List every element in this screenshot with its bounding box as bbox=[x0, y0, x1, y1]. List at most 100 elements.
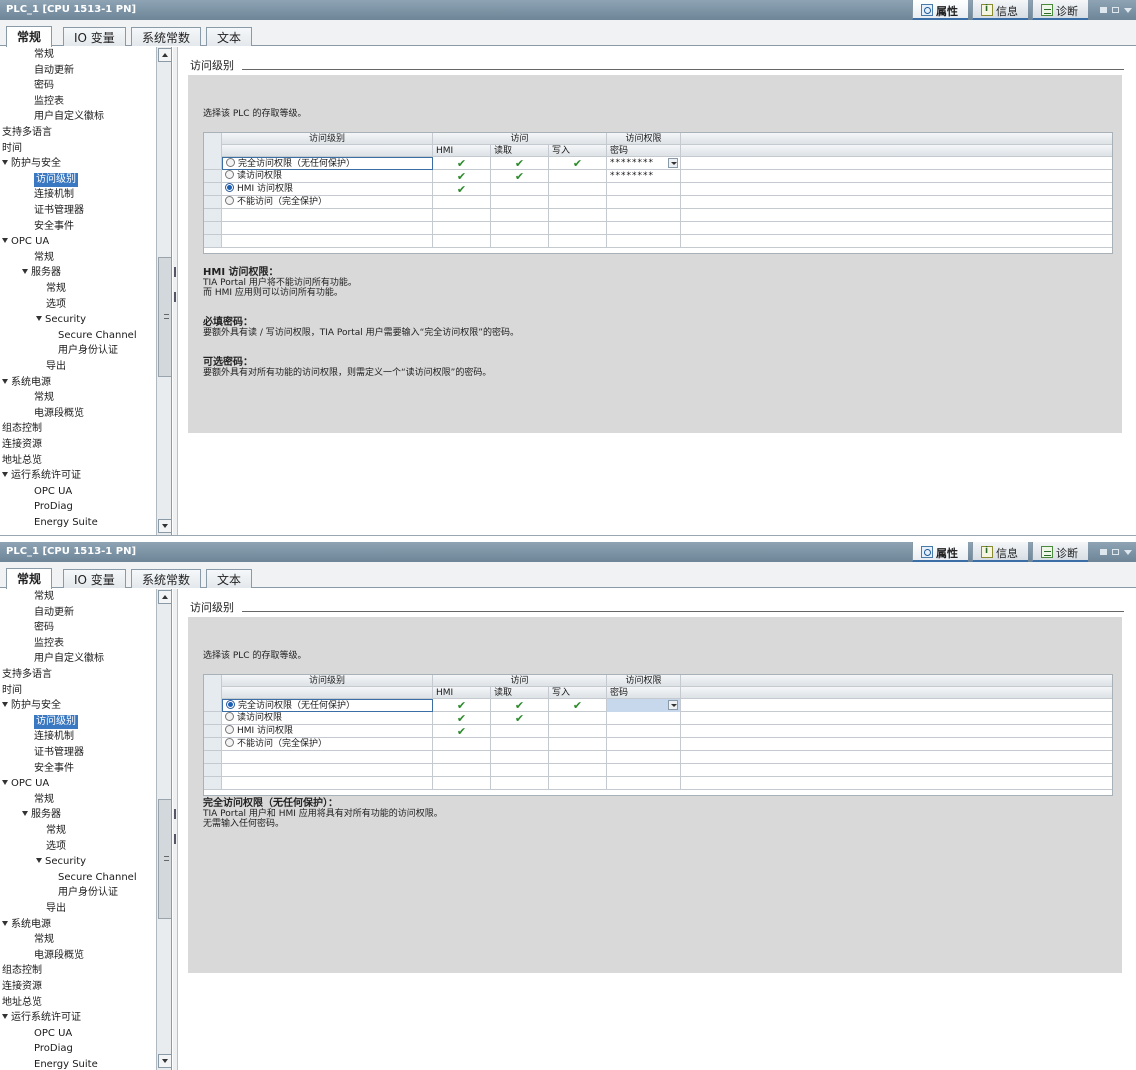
table-row[interactable]: HMI 访问权限 ✔ bbox=[204, 725, 1112, 738]
diagnostics-tab[interactable]: 诊断 bbox=[1032, 0, 1088, 20]
nav-item-password[interactable]: 密码 bbox=[34, 621, 54, 635]
nav-item-license-energy-suite[interactable]: Energy Suite bbox=[34, 1058, 98, 1070]
access-level-cell[interactable]: 不能访问（完全保护） bbox=[222, 196, 433, 209]
nav-item-config-control[interactable]: 组态控制 bbox=[2, 964, 42, 978]
password-cell[interactable]: ******** bbox=[607, 170, 681, 183]
tab-general[interactable]: 常规 bbox=[6, 568, 53, 589]
access-level-cell[interactable]: HMI 访问权限 bbox=[222, 183, 433, 196]
expand-arrow-icon[interactable] bbox=[22, 269, 28, 275]
info-tab[interactable]: 信息 bbox=[972, 542, 1028, 562]
nav-scrollbar[interactable] bbox=[156, 47, 171, 535]
expand-arrow-icon[interactable] bbox=[2, 238, 8, 244]
expand-arrow-icon[interactable] bbox=[36, 858, 42, 864]
scroll-down-icon[interactable] bbox=[158, 519, 171, 533]
nav-item-license-energy-suite[interactable]: Energy Suite bbox=[34, 516, 98, 530]
access-level-cell[interactable]: 不能访问（完全保护） bbox=[222, 738, 433, 751]
access-level-cell[interactable]: 读访问权限 bbox=[222, 712, 433, 725]
nav-item-connection-mechanism[interactable]: 连接机制 bbox=[34, 188, 74, 202]
table-row[interactable]: 完全访问权限（无任何保护） ✔ ✔ ✔ ******** bbox=[204, 157, 1112, 170]
nav-item-server[interactable]: 服务器 bbox=[22, 808, 61, 822]
nav-item-time[interactable]: 时间 bbox=[2, 142, 22, 156]
splitter-handle[interactable] bbox=[173, 47, 178, 535]
tab-texts[interactable]: 文本 bbox=[206, 27, 253, 46]
access-level-cell[interactable] bbox=[222, 235, 433, 248]
table-row[interactable]: 读访问权限 ✔ ✔ ******** bbox=[204, 170, 1112, 183]
nav-item-security[interactable]: Security bbox=[36, 855, 86, 869]
nav-item-server[interactable]: 服务器 bbox=[22, 266, 61, 280]
access-level-cell[interactable]: 读访问权限 bbox=[222, 170, 433, 183]
scroll-up-icon[interactable] bbox=[158, 590, 171, 604]
nav-item-general[interactable]: 常规 bbox=[34, 48, 54, 62]
access-level-cell[interactable] bbox=[222, 764, 433, 777]
radio-button-icon[interactable] bbox=[226, 158, 235, 167]
nav-item-server-options[interactable]: 选项 bbox=[46, 298, 66, 312]
dock-icon[interactable] bbox=[1100, 549, 1107, 555]
table-row[interactable]: 完全访问权限（无任何保护） ✔ ✔ ✔ bbox=[204, 699, 1112, 712]
table-row[interactable]: HMI 访问权限 ✔ bbox=[204, 183, 1112, 196]
expand-arrow-icon[interactable] bbox=[22, 811, 28, 817]
access-level-cell[interactable] bbox=[222, 209, 433, 222]
nav-item-license-opc-ua[interactable]: OPC UA bbox=[34, 1027, 72, 1041]
nav-item-password[interactable]: 密码 bbox=[34, 79, 54, 93]
nav-item-auto-update[interactable]: 自动更新 bbox=[34, 64, 74, 78]
radio-button-icon[interactable] bbox=[225, 738, 234, 747]
access-level-cell[interactable]: 完全访问权限（无任何保护） bbox=[222, 699, 433, 712]
radio-button-icon[interactable] bbox=[225, 725, 234, 734]
window-controls[interactable] bbox=[1092, 0, 1136, 20]
nav-item-power-general[interactable]: 常规 bbox=[34, 391, 54, 405]
nav-item-protection-security[interactable]: 防护与安全 bbox=[2, 157, 61, 171]
nav-item-auto-update[interactable]: 自动更新 bbox=[34, 606, 74, 620]
nav-item-user-authentication[interactable]: 用户身份认证 bbox=[58, 886, 118, 900]
access-level-cell[interactable] bbox=[222, 222, 433, 235]
nav-item-security-events[interactable]: 安全事件 bbox=[34, 762, 74, 776]
nav-item-user-authentication[interactable]: 用户身份认证 bbox=[58, 344, 118, 358]
maximize-icon[interactable] bbox=[1112, 7, 1119, 13]
radio-button-icon[interactable] bbox=[225, 183, 234, 192]
splitter-handle[interactable] bbox=[173, 589, 178, 1070]
expand-arrow-icon[interactable] bbox=[36, 316, 42, 322]
access-level-cell[interactable]: HMI 访问权限 bbox=[222, 725, 433, 738]
tab-io-tags[interactable]: IO 变量 bbox=[63, 27, 126, 46]
properties-tab[interactable]: 属性 bbox=[912, 0, 968, 20]
info-tab[interactable]: 信息 bbox=[972, 0, 1028, 20]
scrollbar-thumb[interactable] bbox=[158, 799, 171, 919]
scrollbar-thumb[interactable] bbox=[158, 257, 171, 377]
nav-item-secure-channel[interactable]: Secure Channel bbox=[58, 329, 137, 343]
nav-item-license-opc-ua[interactable]: OPC UA bbox=[34, 485, 72, 499]
nav-item-multilanguage[interactable]: 支持多语言 bbox=[2, 126, 52, 140]
nav-item-security-events[interactable]: 安全事件 bbox=[34, 220, 74, 234]
nav-item-system-power[interactable]: 系统电源 bbox=[2, 376, 51, 390]
tab-system-constants[interactable]: 系统常数 bbox=[131, 27, 202, 46]
expand-arrow-icon[interactable] bbox=[2, 702, 8, 708]
expand-arrow-icon[interactable] bbox=[2, 920, 8, 926]
password-dropdown-icon[interactable] bbox=[668, 158, 678, 168]
access-level-cell[interactable] bbox=[222, 777, 433, 790]
expand-arrow-icon[interactable] bbox=[2, 1014, 8, 1020]
access-level-cell[interactable]: 完全访问权限（无任何保护） bbox=[222, 157, 433, 170]
expand-arrow-icon[interactable] bbox=[2, 780, 8, 786]
nav-item-export[interactable]: 导出 bbox=[46, 902, 66, 916]
table-row[interactable]: 不能访问（完全保护） bbox=[204, 196, 1112, 209]
nav-item-address-overview[interactable]: 地址总览 bbox=[2, 996, 42, 1010]
nav-item-opc-ua[interactable]: OPC UA bbox=[2, 235, 49, 249]
tab-io-tags[interactable]: IO 变量 bbox=[63, 569, 126, 588]
scroll-up-icon[interactable] bbox=[158, 48, 171, 62]
expand-arrow-icon[interactable] bbox=[2, 378, 8, 384]
nav-item-certificate-manager[interactable]: 证书管理器 bbox=[34, 746, 84, 760]
nav-item-power-general[interactable]: 常规 bbox=[34, 933, 54, 947]
table-row[interactable]: 读访问权限 ✔ ✔ bbox=[204, 712, 1112, 725]
nav-item-runtime-licenses[interactable]: 运行系统许可证 bbox=[2, 1011, 81, 1025]
nav-item-opc-ua-general[interactable]: 常规 bbox=[34, 793, 54, 807]
nav-item-license-prodiag[interactable]: ProDiag bbox=[34, 1042, 73, 1056]
tab-system-constants[interactable]: 系统常数 bbox=[131, 569, 202, 588]
password-cell[interactable]: ******** bbox=[607, 157, 681, 170]
diagnostics-tab[interactable]: 诊断 bbox=[1032, 542, 1088, 562]
scroll-down-icon[interactable] bbox=[158, 1054, 171, 1068]
nav-item-connection-mechanism[interactable]: 连接机制 bbox=[34, 730, 74, 744]
nav-item-config-control[interactable]: 组态控制 bbox=[2, 422, 42, 436]
expand-arrow-icon[interactable] bbox=[2, 472, 8, 478]
nav-item-server-options[interactable]: 选项 bbox=[46, 840, 66, 854]
nav-item-license-prodiag[interactable]: ProDiag bbox=[34, 500, 73, 514]
nav-item-multilanguage[interactable]: 支持多语言 bbox=[2, 668, 52, 682]
tab-general[interactable]: 常规 bbox=[6, 26, 53, 47]
